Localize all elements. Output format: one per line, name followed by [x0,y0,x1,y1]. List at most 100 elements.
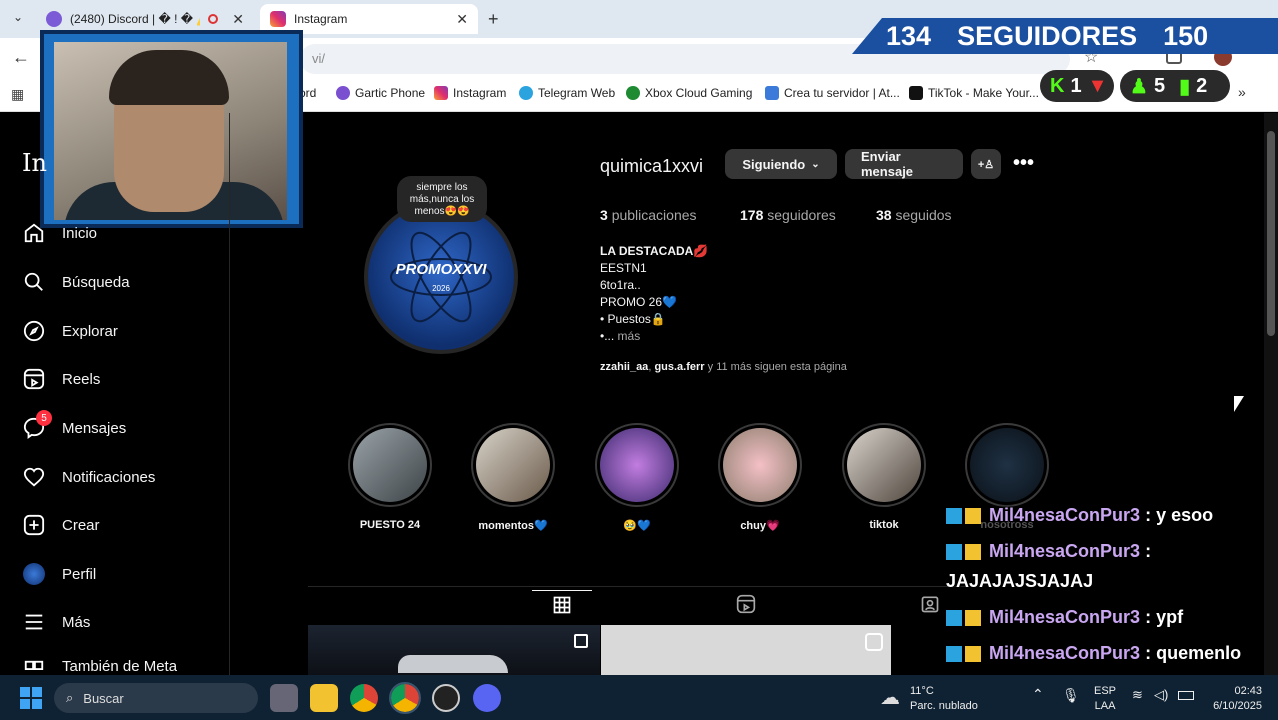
taskview-icon[interactable] [270,684,298,712]
sidebar-item-reels[interactable]: Reels [22,366,100,392]
tab-search-icon[interactable]: ⌄ [8,10,28,30]
sidebar-item-label: Perfil [62,565,97,583]
obs-icon[interactable] [432,684,460,712]
meta-icon [22,658,46,674]
webcam-hair [109,50,229,105]
message-button[interactable]: Enviar mensaje [845,149,963,179]
crown-icon [965,508,981,525]
chat-message: Mil4nesaConPur3 : y esoo [946,505,1213,526]
sidebar-item-notificaciones[interactable]: Notificaciones [22,464,155,490]
viewers-pill: ♟ 5 ▮ 2 [1120,70,1230,102]
suggest-user-button[interactable]: +♙ [971,149,1001,179]
sidebar-item-label: Mensajes [62,419,127,437]
highlight-item[interactable]: momentos💙 [471,423,555,532]
chat-text: JAJAJAJSJAJAJ [946,571,1094,591]
back-icon[interactable]: ← [12,47,30,68]
instagram-icon [434,86,448,100]
chrome-icon[interactable] [350,684,378,712]
kick-badge-icon [946,508,962,525]
sidebar-item-meta[interactable]: También de Meta [22,658,177,674]
create-icon [22,513,46,537]
volume-icon[interactable]: ◁) [1154,687,1168,703]
crown-icon [965,646,981,663]
chat-message-cont: JAJAJAJSJAJAJ [946,571,1093,592]
sidebar-item-busqueda[interactable]: Búsqueda [22,269,130,295]
profile-username: quimica1xxvi [600,156,704,176]
file-explorer-icon[interactable] [310,684,338,712]
following-button-label: Siguiendo [742,156,806,172]
chat-message: Mil4nesaConPur3 : [946,541,1151,562]
clock[interactable]: 02:43 6/10/2025 [1204,684,1262,714]
bookmark-tiktok[interactable]: TikTok - Make Your... [909,86,1039,100]
following-button[interactable]: Siguiendo ⌄ [725,149,837,179]
scrollbar[interactable] [1264,113,1278,675]
tab-reels[interactable] [736,594,756,619]
start-windows-icon[interactable] [20,687,42,709]
bookmark-xbox[interactable]: Xbox Cloud Gaming [626,86,752,100]
new-tab-icon[interactable]: + [488,9,499,30]
server-icon [765,86,779,100]
battery-icon[interactable] [1178,691,1194,700]
bookmark-server[interactable]: Crea tu servidor | At... [765,86,900,100]
tray-chevron-icon[interactable]: ⌃ [1032,686,1044,703]
menu-icon [22,610,46,634]
highlight-item[interactable]: 🥹💙 [595,423,679,532]
chrome-active-icon[interactable] [389,682,421,714]
highlight-label: momentos💙 [478,520,548,532]
followers-count: 178 [740,207,764,223]
apps-icon[interactable]: ▦ [11,86,24,103]
bookmark-label: Crea tu servidor | At... [784,86,900,100]
followed-by-user[interactable]: zzahii_aa [600,361,648,373]
weather[interactable]: 11°C Parc. nublado [910,684,978,714]
more-options-icon[interactable]: ••• [1013,152,1034,175]
discord-icon[interactable] [473,684,501,712]
chat-text: ypf [1156,607,1184,627]
close-tab-icon[interactable]: ✕ [232,11,244,28]
sidebar-item-mensajes[interactable]: 5 Mensajes [22,410,127,441]
more-bookmarks-icon[interactable]: » [1238,84,1246,100]
kick-badge-icon [946,544,962,561]
language[interactable]: ESP LAA [1094,684,1116,714]
following-stat[interactable]: 38 seguidos [876,207,952,223]
followers-stat[interactable]: 178 seguidores [740,207,836,223]
tab-bar-divider [308,586,968,587]
chat-message: Mil4nesaConPur3 : quemenlo [946,643,1241,664]
down-arrow-icon: ▼ [1087,74,1108,97]
instagram-logo-icon: In [22,149,47,177]
posts-label: publicaciones [611,207,697,223]
bookmark-gartic[interactable]: Gartic Phone [336,86,425,100]
highlight-item[interactable]: PUESTO 24 [348,423,432,531]
sidebar-item-crear[interactable]: Crear [22,512,100,538]
sidebar-item-label: Más [62,613,91,631]
tagged-icon [921,596,939,613]
bookmark-label: TikTok - Make Your... [928,86,1039,100]
instagram-favicon-icon [270,11,286,27]
followed-by-user[interactable]: gus.a.ferr [654,361,704,373]
taskbar-search[interactable]: ⌕ Buscar [54,683,258,713]
post-thumbnail[interactable] [308,625,600,675]
post-thumbnail[interactable] [601,625,891,675]
wifi-icon[interactable]: ≋ [1132,687,1143,703]
tab-tagged[interactable] [920,594,940,619]
highlight-item[interactable]: chuy💗 [718,423,802,532]
sidebar-item-inicio[interactable]: Inicio [22,220,97,246]
close-tab-icon[interactable]: ✕ [456,11,468,28]
sidebar-item-explorar[interactable]: Explorar [22,318,118,344]
bookmark-telegram[interactable]: Telegram Web [519,86,615,100]
bio-more-link[interactable]: más [618,329,641,343]
sidebar-item-mas[interactable]: Más [22,609,90,635]
sidebar-item-label: Búsqueda [62,273,130,291]
sidebar-item-perfil[interactable]: Perfil [22,561,96,587]
tab-posts[interactable] [532,590,592,624]
profile-note[interactable]: siempre los más,nunca los menos😍😍 [397,176,487,222]
avatar-title: PROMOXXVI [395,261,487,278]
follower-current: 134 [886,20,932,51]
scrollbar-thumb[interactable] [1267,131,1275,336]
microphone-icon[interactable]: 🎙 [1062,687,1080,704]
profile-avatar[interactable]: PROMOXXVI 2026 [364,200,518,354]
highlight-item[interactable]: tiktok [842,423,926,531]
telegram-icon [519,86,533,100]
crown-icon [965,544,981,561]
chat-username: Mil4nesaConPur3 [989,505,1141,525]
bookmark-instagram[interactable]: Instagram [434,86,506,100]
